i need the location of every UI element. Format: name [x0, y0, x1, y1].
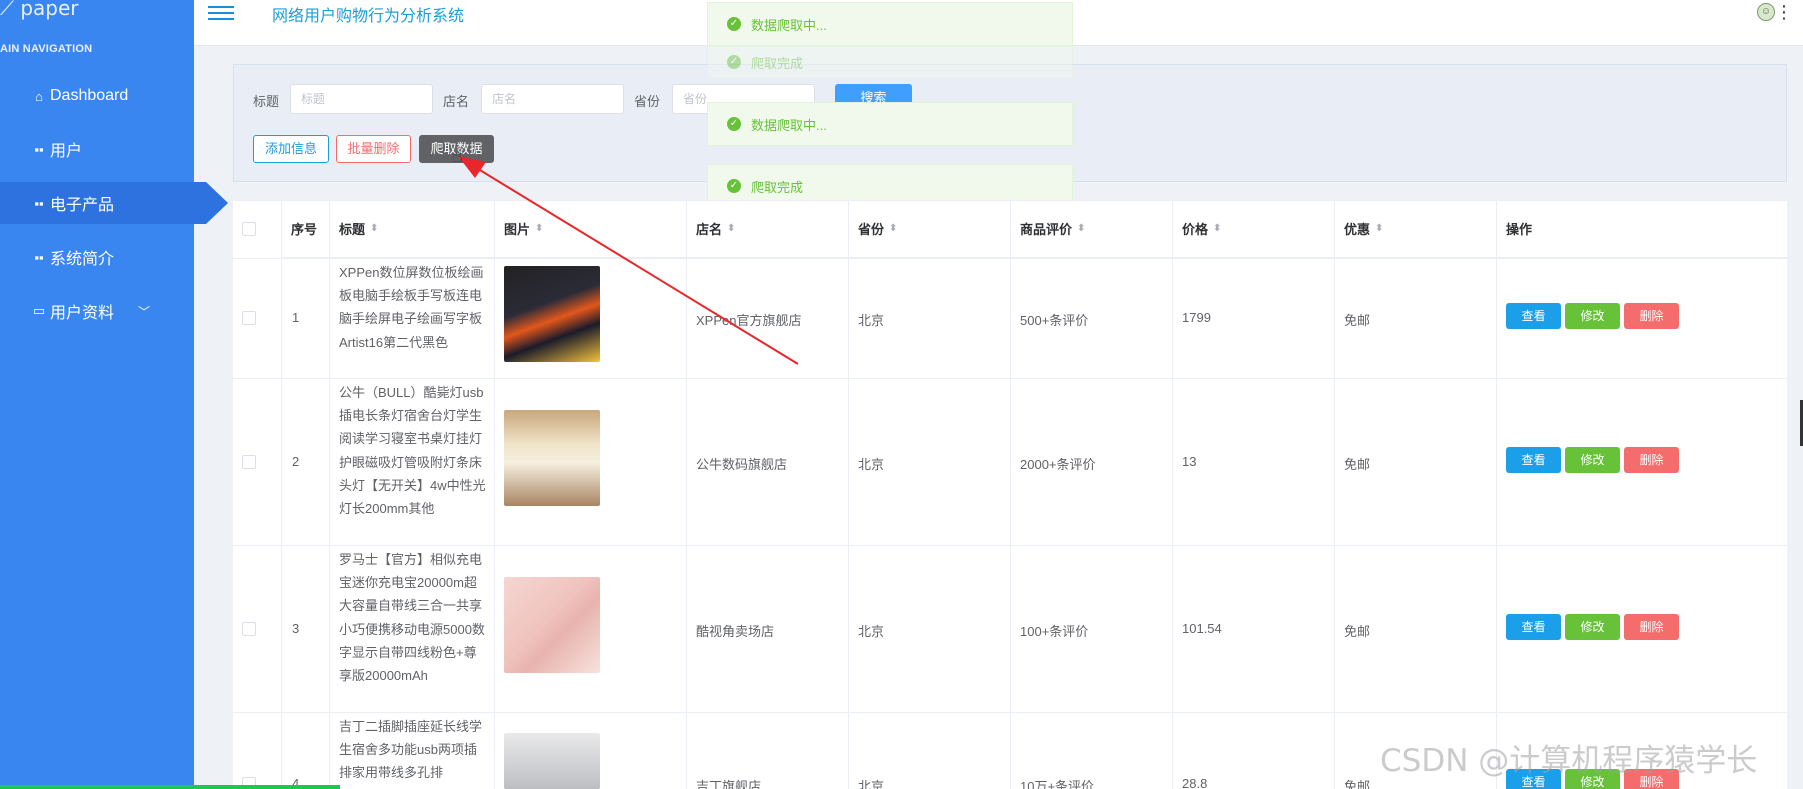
annotation-arrow-icon — [458, 156, 799, 365]
watermark: CSDN @计算机程序猿学长 — [1380, 743, 1758, 779]
mouse-cursor-icon: ☝ — [452, 146, 463, 166]
progress-bar — [0, 785, 340, 789]
